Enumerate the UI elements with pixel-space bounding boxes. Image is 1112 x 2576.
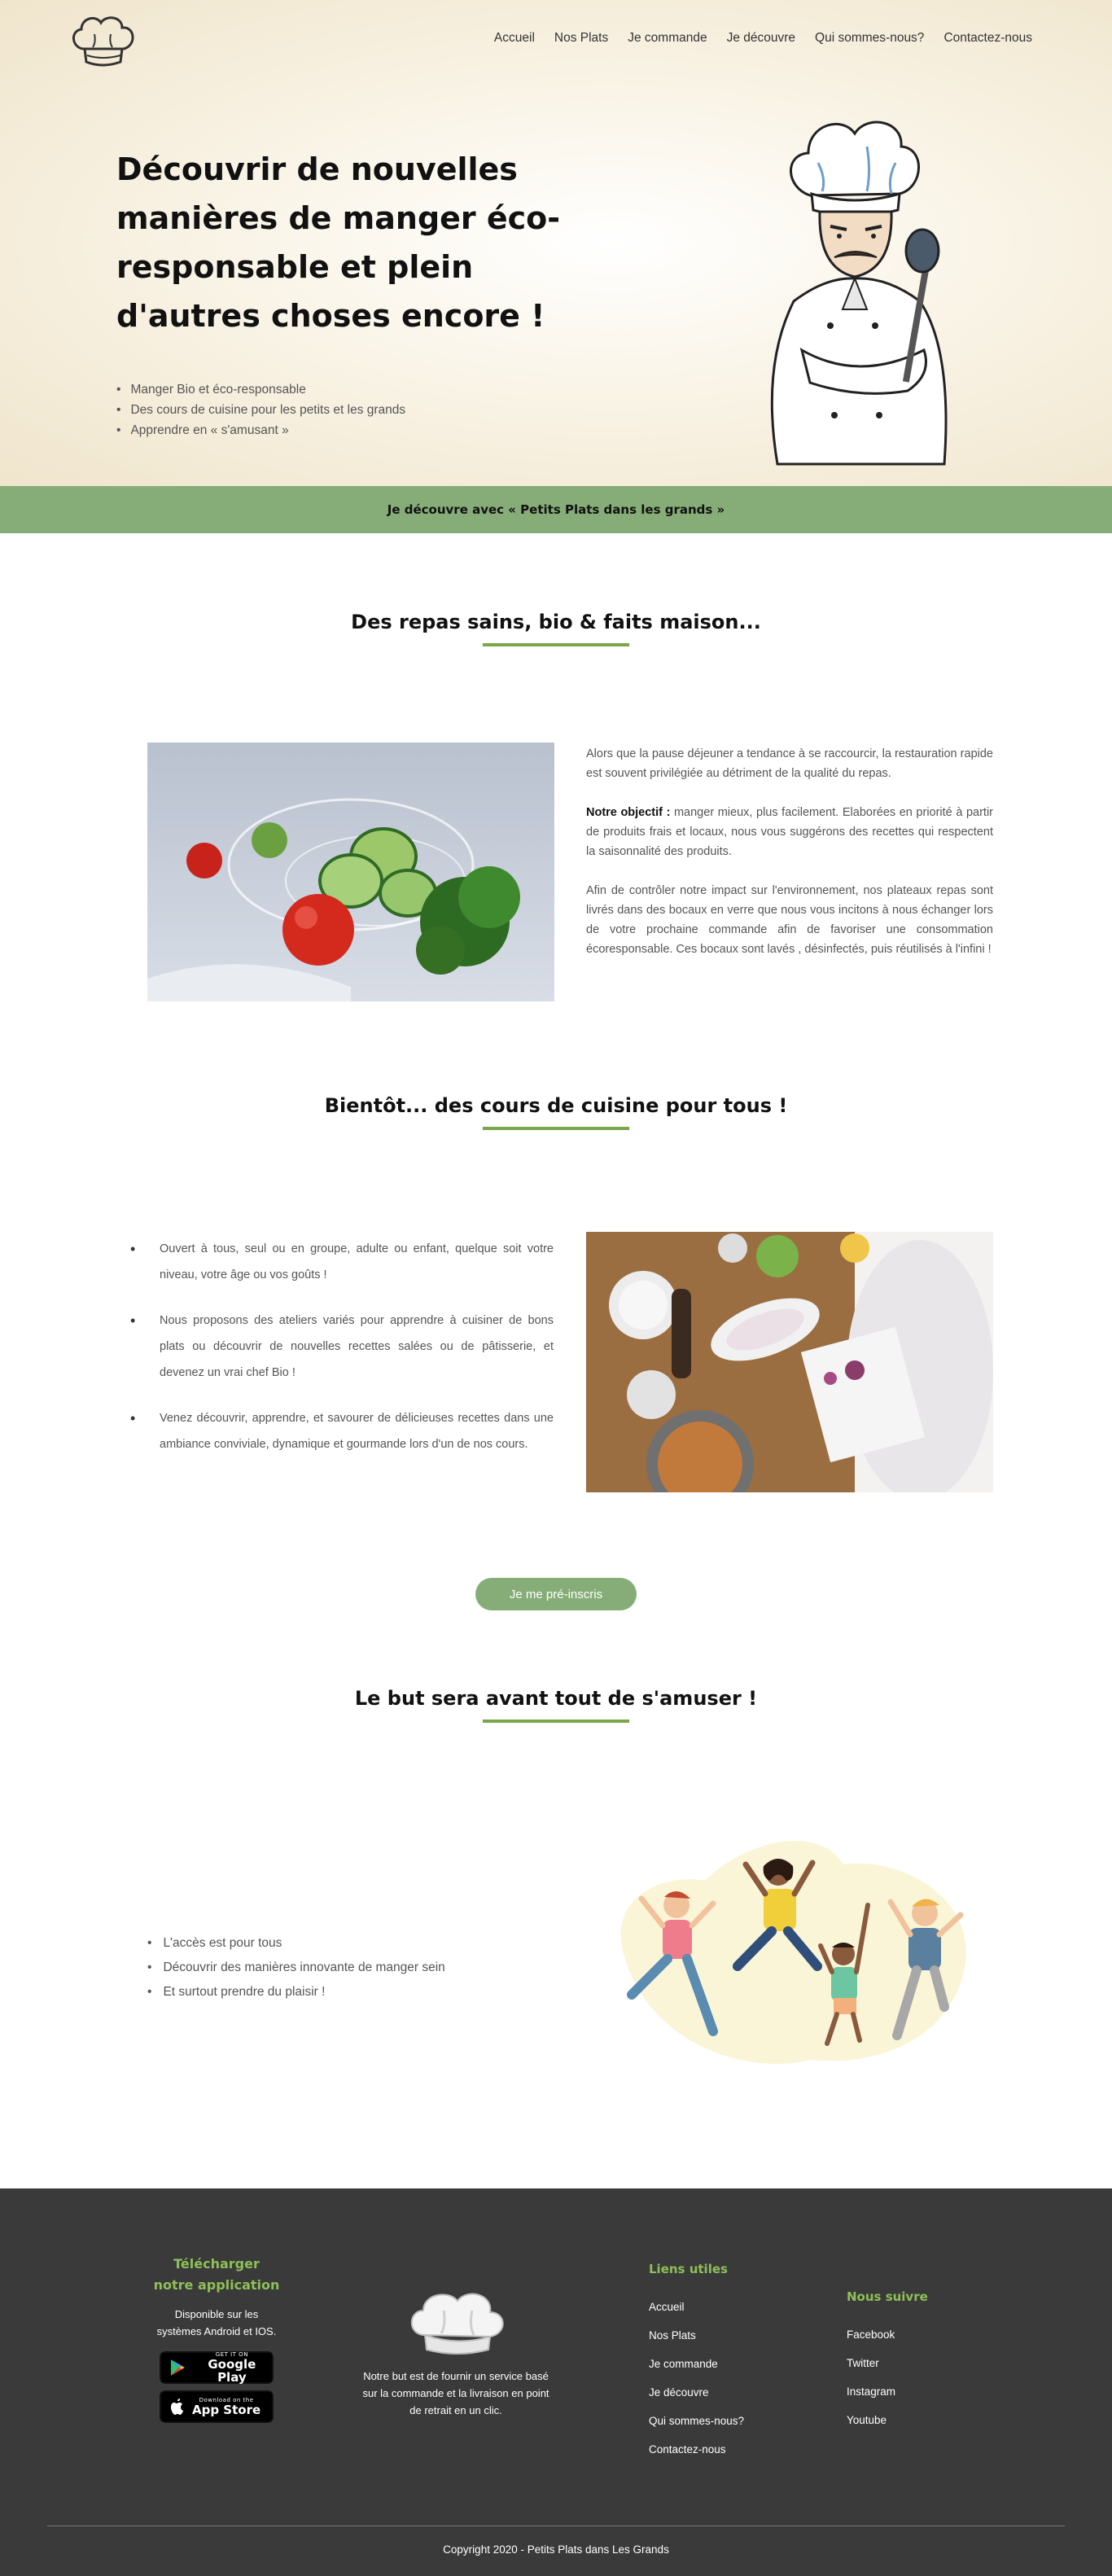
footer-link-facebook[interactable]: Facebook (847, 2320, 928, 2349)
cooking-classes-list: Ouvert à tous, seul ou en groupe, adulte… (130, 1236, 554, 1477)
download-app-title: Télécharger notre application (153, 2256, 280, 2293)
list-item: Et surtout prendre du plaisir ! (147, 1980, 445, 2004)
list-item: Nous proposons des ateliers variés pour … (130, 1308, 554, 1386)
hero-bullet: Manger Bio et éco-responsable (116, 379, 405, 400)
footer-link-youtube[interactable]: Youtube (847, 2406, 928, 2434)
follow-us-title: Nous suivre (847, 2289, 928, 2304)
title-underline (483, 643, 629, 646)
nav-link-accueil[interactable]: Accueil (494, 31, 535, 46)
site-footer: Télécharger notre application Disponible… (0, 2188, 1112, 2576)
about-text: Notre but est de fournir un service basé… (362, 2370, 549, 2416)
hero-section: Accueil Nos Plats Je commande Je découvr… (0, 0, 1112, 486)
paragraph: Afin de contrôler notre impact sur l'env… (586, 884, 993, 956)
footer-link-contactez-nous[interactable]: Contactez-nous (649, 2435, 744, 2464)
useful-links-column: Liens utiles Accueil Nos Plats Je comman… (649, 2262, 744, 2464)
nav-link-nos-plats[interactable]: Nos Plats (554, 31, 608, 46)
nav-link-je-commande[interactable]: Je commande (628, 31, 707, 46)
vegetables-splash-image (147, 743, 554, 1001)
google-play-big-text: Google Play (208, 2357, 256, 2385)
page: Accueil Nos Plats Je commande Je découvr… (0, 0, 1112, 2576)
hero-bullet: Apprendre en « s'amusant » (116, 420, 405, 440)
about-column: Notre but est de fournir un service basé… (358, 2286, 554, 2419)
useful-links-title: Liens utiles (649, 2262, 728, 2276)
section-title: Le but sera avant tout de s'amuser ! (354, 1687, 758, 1710)
paragraph: Notre objectif : manger mieux, plus faci… (586, 803, 993, 861)
hero-bullet: Des cours de cuisine pour les petits et … (116, 400, 405, 420)
nav-link-je-decouvre[interactable]: Je découvre (727, 31, 795, 46)
cooking-class-image (586, 1232, 993, 1492)
footer-link-qui-sommes-nous[interactable]: Qui sommes-nous? (649, 2407, 744, 2435)
download-app-column: Télécharger notre application Disponible… (153, 2254, 280, 2423)
section-healthy-meals-heading: Des repas sains, bio & faits maison... (0, 611, 1112, 646)
footer-link-je-commande[interactable]: Je commande (649, 2350, 744, 2378)
section-title: Bientôt... des cours de cuisine pour tou… (324, 1094, 788, 1117)
footer-link-nos-plats[interactable]: Nos Plats (649, 2321, 744, 2350)
main-nav: Accueil Nos Plats Je commande Je découvr… (494, 31, 1032, 46)
hero-title: Découvrir de nouvelles manières de mange… (116, 151, 561, 334)
apple-icon (171, 2399, 183, 2415)
list-item: L'accès est pour tous (147, 1931, 445, 1956)
nav-link-qui-sommes-nous[interactable]: Qui sommes-nous? (815, 31, 924, 46)
google-play-button[interactable]: GET IT ON Google Play (160, 2351, 274, 2384)
chef-hat-icon (410, 2293, 504, 2355)
title-underline (483, 1720, 629, 1723)
objective-label: Notre objectif : (586, 806, 671, 819)
section-cooking-classes-heading: Bientôt... des cours de cuisine pour tou… (0, 1094, 1112, 1130)
follow-us-column: Nous suivre Facebook Twitter Instagram Y… (847, 2289, 928, 2434)
google-play-icon (170, 2359, 185, 2376)
hero-bullet-list: Manger Bio et éco-responsable Des cours … (116, 379, 405, 440)
list-item: Venez découvrir, apprendre, et savourer … (130, 1405, 554, 1457)
list-item: Ouvert à tous, seul ou en groupe, adulte… (130, 1236, 554, 1288)
app-store-big-text: App Store (192, 2403, 261, 2417)
app-store-badge: Download on the App Store (160, 2390, 274, 2423)
fun-list: L'accès est pour tous Découvrir des mani… (147, 1931, 445, 2004)
google-play-badge: GET IT ON Google Play (160, 2351, 274, 2384)
list-item: Découvrir des manières innovante de mang… (147, 1956, 444, 1980)
chef-hat-logo-icon[interactable] (65, 10, 140, 72)
chef-illustration (770, 120, 948, 466)
title-underline (483, 1127, 629, 1130)
paragraph: Alors que la pause déjeuner a tendance à… (586, 747, 993, 780)
download-app-text: Disponible sur les systèmes Android et I… (156, 2308, 277, 2337)
discover-banner-link[interactable]: Je découvre avec « Petits Plats dans les… (387, 502, 725, 517)
footer-link-je-decouvre[interactable]: Je découvre (649, 2378, 744, 2407)
section-title: Des repas sains, bio & faits maison... (351, 611, 761, 633)
nav-link-contactez-nous[interactable]: Contactez-nous (943, 31, 1032, 46)
discover-banner: Je découvre avec « Petits Plats dans les… (0, 486, 1112, 533)
section-fun-heading: Le but sera avant tout de s'amuser ! (0, 1687, 1112, 1723)
jumping-people-illustration (620, 1841, 966, 2064)
footer-link-instagram[interactable]: Instagram (847, 2377, 928, 2406)
app-store-button[interactable]: Download on the App Store (160, 2390, 274, 2423)
footer-link-twitter[interactable]: Twitter (847, 2349, 928, 2377)
healthy-meals-text: Alors que la pause déjeuner a tendance à… (586, 744, 993, 979)
copyright-text: Copyright 2020 - Petits Plats dans Les G… (443, 2543, 669, 2556)
footer-link-accueil[interactable]: Accueil (649, 2293, 744, 2321)
pre-register-button[interactable]: Je me pré-inscris (475, 1578, 637, 1610)
